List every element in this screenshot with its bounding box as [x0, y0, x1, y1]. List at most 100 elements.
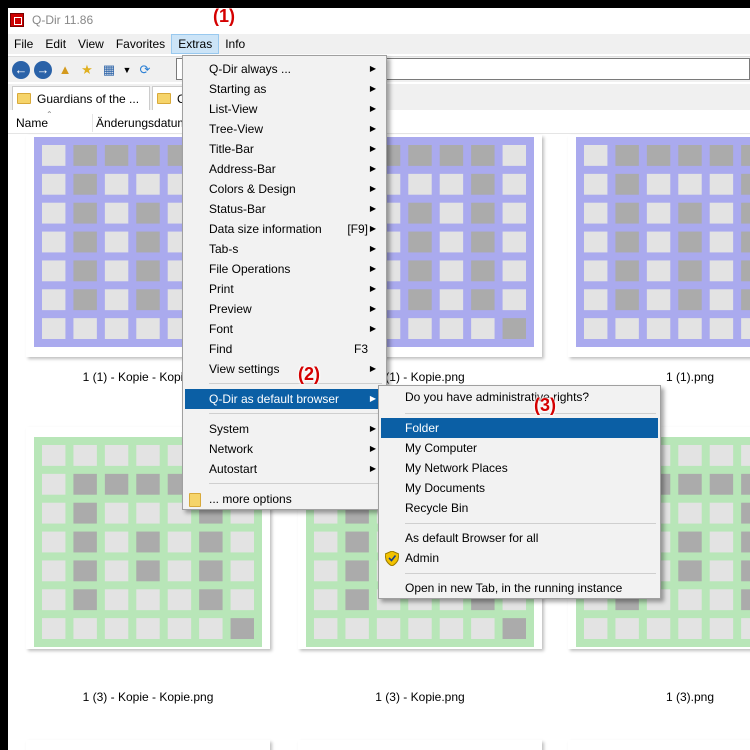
submenu-arrow-icon: ▶: [369, 64, 376, 73]
grid-cell: [136, 231, 160, 253]
forward-icon[interactable]: →: [34, 60, 52, 79]
menu-item-tree-view[interactable]: Tree-View ▶: [185, 119, 384, 139]
new-folder-icon[interactable]: ★: [78, 61, 96, 79]
file-label[interactable]: 1 (3) - Kopie - Kopie.png: [13, 690, 283, 704]
menu-item-open-new-tab[interactable]: Open in new Tab, in the running instance: [381, 578, 658, 598]
grid-cell: [741, 560, 750, 582]
grid-cell: [741, 260, 750, 282]
menu-item-folder[interactable]: Folder: [381, 418, 658, 438]
grid-cell: [678, 502, 702, 524]
grid-cell: [136, 202, 160, 224]
menu-edit[interactable]: Edit: [39, 34, 72, 54]
menu-item-default-for-all[interactable]: As default Browser for all: [381, 528, 658, 548]
grid-cell: [408, 231, 432, 253]
shortcut-label: F3: [353, 342, 368, 356]
menu-item-font[interactable]: Font ▶: [185, 319, 384, 339]
menu-item-label: File Operations: [209, 262, 291, 276]
column-name[interactable]: Name: [16, 116, 48, 130]
column-divider[interactable]: [92, 114, 93, 132]
grid-cell: [408, 173, 432, 195]
menu-item-more-options[interactable]: ... more options: [185, 489, 384, 509]
menu-separator: [209, 483, 382, 484]
file-thumbnail[interactable]: [26, 740, 270, 750]
refresh-icon[interactable]: ⟳: [136, 61, 154, 79]
grid-cell: [136, 260, 160, 282]
grid-cell: [709, 260, 734, 282]
menu-item-file-operations[interactable]: File Operations ▶: [185, 259, 384, 279]
grid-cell: [73, 502, 97, 524]
menu-item-label: Font: [209, 322, 234, 336]
menu-item-label: View settings: [209, 362, 280, 376]
grid-cell: [345, 589, 369, 611]
menu-item-status-bar[interactable]: Status-Bar ▶: [185, 199, 384, 219]
menu-item-admin[interactable]: Admin: [381, 548, 658, 568]
menu-extras[interactable]: Extras: [171, 34, 220, 54]
up-folder-icon[interactable]: ▲: [56, 61, 74, 79]
menu-item-autostart[interactable]: Autostart ▶: [185, 459, 384, 479]
grid-cell: [439, 318, 464, 339]
submenu-arrow-icon: ▶: [369, 364, 376, 373]
submenu-arrow-icon: ▶: [369, 184, 376, 193]
menu-item-preview[interactable]: Preview ▶: [185, 299, 384, 319]
menu-item-find[interactable]: Find F3: [185, 339, 384, 359]
grid-cell: [345, 560, 369, 582]
menu-item-recycle-bin[interactable]: Recycle Bin: [381, 498, 658, 518]
menu-item-network[interactable]: Network ▶: [185, 439, 384, 459]
grid-cell: [167, 560, 192, 582]
menu-item-title-bar[interactable]: Title-Bar ▶: [185, 139, 384, 159]
menu-item-address-bar[interactable]: Address-Bar ▶: [185, 159, 384, 179]
back-icon[interactable]: ←: [12, 60, 30, 79]
column-date[interactable]: Änderungsdatum: [96, 116, 187, 130]
grid-cell: [741, 531, 750, 553]
menu-item-my-computer[interactable]: My Computer: [381, 438, 658, 458]
grid-cell: [584, 145, 608, 166]
menu-item-label: Data size information: [209, 222, 322, 236]
menu-item-list-view[interactable]: List-View ▶: [185, 99, 384, 119]
grid-cell: [408, 202, 432, 224]
file-label[interactable]: 1 (3) - Kopie.png: [285, 690, 555, 704]
grid-cell: [345, 531, 369, 553]
file-thumbnail[interactable]: [568, 740, 750, 750]
menu-item-tabs[interactable]: Tab-s ▶: [185, 239, 384, 259]
file-thumbnail[interactable]: [298, 740, 542, 750]
view-dropdown-icon[interactable]: ▼: [122, 61, 132, 79]
menu-info[interactable]: Info: [219, 34, 251, 54]
menu-item-data-size[interactable]: Data size information [F9] ▶: [185, 219, 384, 239]
grid-cell: [167, 618, 192, 639]
menu-item-colors-design[interactable]: Colors & Design ▶: [185, 179, 384, 199]
grid-cell: [42, 202, 66, 224]
menu-favorites[interactable]: Favorites: [110, 34, 171, 54]
menu-item-label: Folder: [405, 421, 440, 435]
grid-cell: [136, 289, 160, 311]
tab-guardians[interactable]: Guardians of the ...: [12, 86, 150, 110]
submenu-arrow-icon: ▶: [369, 204, 376, 213]
grid-cell: [709, 231, 734, 253]
file-label[interactable]: 1 (1).png: [555, 370, 750, 384]
grid-cell: [678, 445, 702, 466]
grid-cell: [646, 289, 671, 311]
grid-cell: [42, 445, 66, 466]
menu-item-starting-as[interactable]: Starting as ▶: [185, 79, 384, 99]
menu-item-print[interactable]: Print ▶: [185, 279, 384, 299]
menu-item-admin-rights[interactable]: Do you have administrative rights?: [381, 387, 658, 407]
tab-label: Guardians of the ...: [37, 91, 140, 106]
grid-cell: [741, 231, 750, 253]
menu-item-system[interactable]: System ▶: [185, 419, 384, 439]
file-label[interactable]: 1 (3).png: [555, 690, 750, 704]
file-thumbnail[interactable]: [568, 135, 750, 357]
menu-item-my-network-places[interactable]: My Network Places: [381, 458, 658, 478]
menu-file[interactable]: File: [8, 34, 39, 54]
menu-item-my-documents[interactable]: My Documents: [381, 478, 658, 498]
submenu-arrow-icon: ▶: [369, 464, 376, 473]
grid-cell: [104, 473, 129, 495]
submenu-arrow-icon: ▶: [369, 444, 376, 453]
view-mode-icon[interactable]: ▦: [100, 61, 118, 79]
menu-item-qdir-always[interactable]: Q-Dir always ... ▶: [185, 59, 384, 79]
grid-cell: [136, 318, 160, 339]
menu-view[interactable]: View: [72, 34, 110, 54]
grid-cell: [73, 589, 97, 611]
submenu-arrow-icon: ▶: [369, 144, 376, 153]
menu-item-default-browser[interactable]: Q-Dir as default browser ▶: [185, 389, 384, 409]
grid-cell: [136, 531, 160, 553]
menu-item-view-settings[interactable]: View settings ▶: [185, 359, 384, 379]
